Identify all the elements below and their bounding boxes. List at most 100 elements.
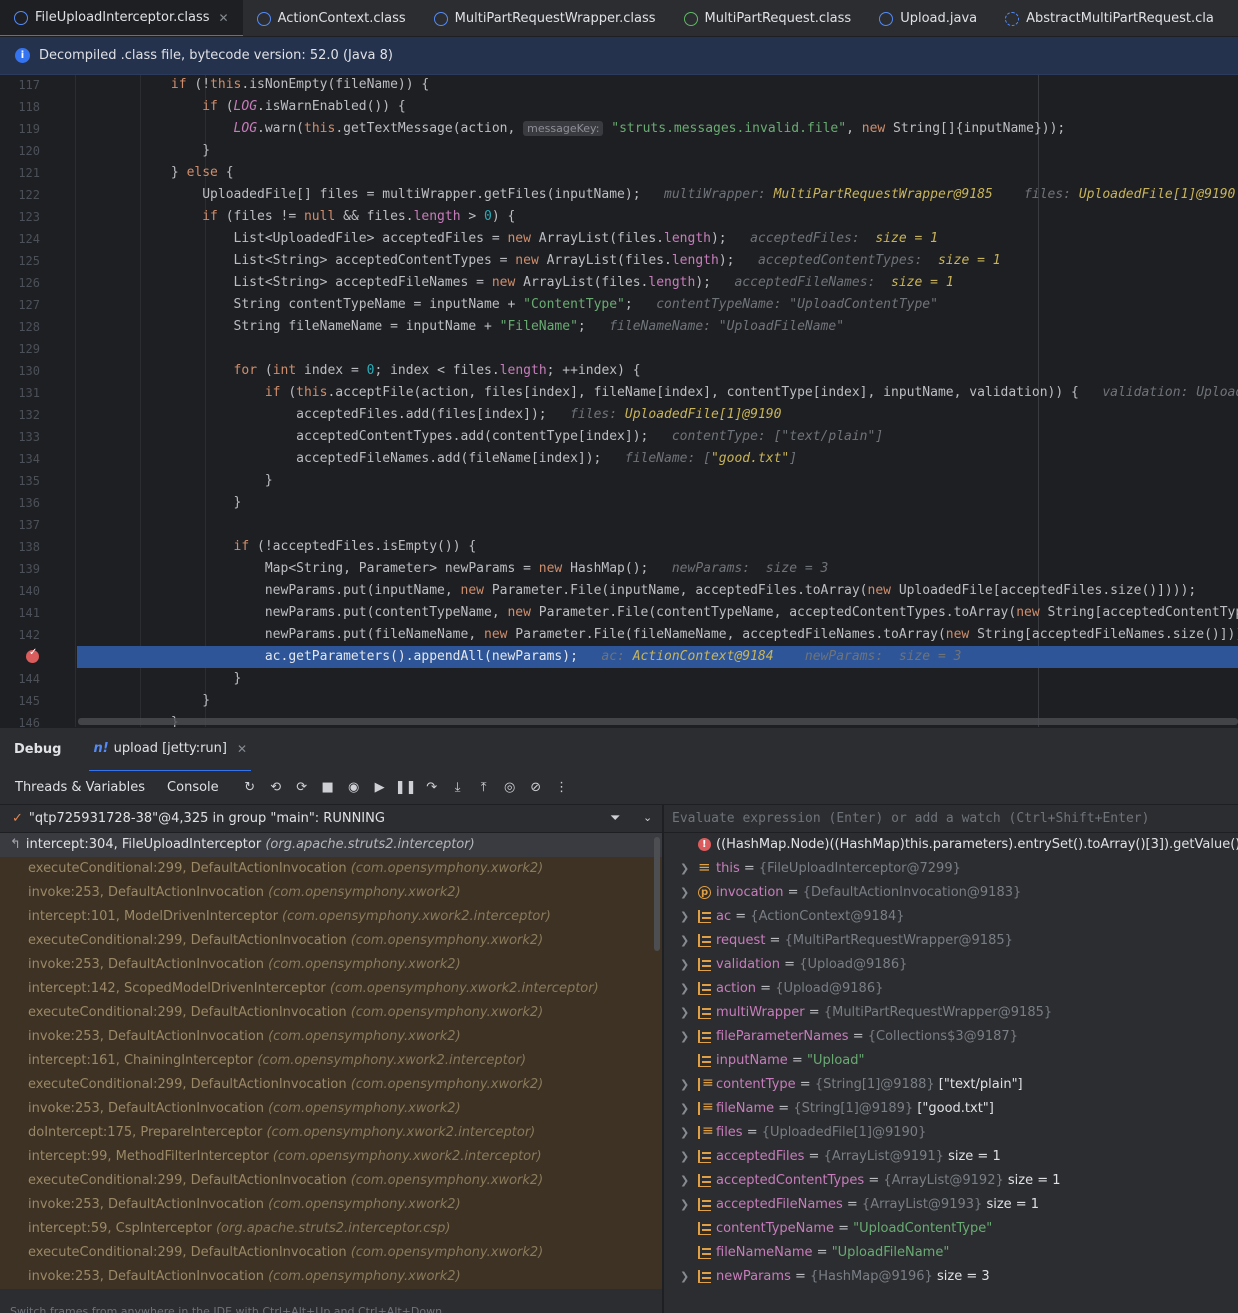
line-number[interactable]: 118 [0,96,52,118]
line-number[interactable]: 144 [0,668,52,690]
reload-icon[interactable]: ⟳ [293,779,311,797]
chevron-right-icon[interactable]: ❯ [680,1073,689,1097]
breakpoint-icon[interactable] [26,647,39,663]
variable-row[interactable]: ❯ multiWrapper = {MultiPartRequestWrapper… [664,1001,1238,1025]
stack-frame[interactable]: doIntercept:175, PrepareInterceptor (com… [0,1121,662,1145]
thread-selector[interactable]: ✓ "qtp725931728-38"@4,325 in group "main… [0,805,662,833]
chevron-right-icon[interactable]: ❯ [680,881,689,905]
variable-row[interactable]: contentTypeName = "UploadContentType" [664,1217,1238,1241]
line-number[interactable]: 126 [0,272,52,294]
line-number[interactable]: 130 [0,360,52,382]
filter-icon[interactable]: ⏷ [610,811,620,826]
line-number[interactable]: 121 [0,162,52,184]
stack-frame[interactable]: intercept:99, MethodFilterInterceptor (c… [0,1145,662,1169]
chevron-right-icon[interactable]: ❯ [680,929,689,953]
chevron-right-icon[interactable]: ❯ [680,953,689,977]
chevron-right-icon[interactable]: ❯ [680,1265,689,1289]
stack-frame[interactable]: invoke:253, DefaultActionInvocation (com… [0,881,662,905]
variable-row[interactable]: ❯ action = {Upload@9186} [664,977,1238,1001]
restart-icon[interactable]: ⟲ [267,779,285,797]
editor-tab[interactable]: AbstractMultiPartRequest.cla [991,0,1228,36]
stack-frame[interactable]: invoke:253, DefaultActionInvocation (com… [0,1193,662,1217]
line-number[interactable]: 142 [0,624,52,646]
line-number[interactable]: 133 [0,426,52,448]
editor-tab[interactable]: Upload.java [865,0,991,36]
line-number[interactable]: 138 [0,536,52,558]
line-number[interactable]: 119 [0,118,52,140]
tab-threads-variables[interactable]: Threads & Variables [15,780,145,795]
line-number[interactable]: 131 [0,382,52,404]
variable-row[interactable]: ❯ ac = {ActionContext@9184} [664,905,1238,929]
line-number[interactable]: 136 [0,492,52,514]
line-number[interactable]: 132 [0,404,52,426]
mute-breakpoints-icon[interactable]: ⊘ [527,779,545,797]
pause-icon[interactable]: ❚❚ [395,779,417,797]
line-number[interactable]: 129 [0,338,52,360]
variable-row[interactable]: ❯ files = {UploadedFile[1]@9190} [664,1121,1238,1145]
chevron-right-icon[interactable]: ❯ [680,977,689,1001]
chevron-right-icon[interactable]: ❯ [680,1169,689,1193]
stack-frame[interactable]: executeConditional:299, DefaultActionInv… [0,1169,662,1193]
line-number[interactable]: 134 [0,448,52,470]
line-number[interactable]: 124 [0,228,52,250]
line-number[interactable]: 125 [0,250,52,272]
stack-frame[interactable]: executeConditional:299, DefaultActionInv… [0,1001,662,1025]
line-number[interactable]: 117 [0,75,52,96]
frames-scrollbar[interactable] [654,837,660,951]
view-icon[interactable]: ◉ [345,779,363,797]
view-breakpoints-icon[interactable]: ◎ [501,779,519,797]
stack-frame[interactable]: invoke:253, DefaultActionInvocation (com… [0,1265,662,1289]
stack-frame[interactable]: executeConditional:299, DefaultActionInv… [0,857,662,881]
horizontal-scrollbar[interactable] [78,718,1238,725]
variable-row[interactable]: ❯ validation = {Upload@9186} [664,953,1238,977]
chevron-right-icon[interactable]: ❯ [680,1121,689,1145]
variable-row[interactable]: fileNameName = "UploadFileName" [664,1241,1238,1265]
tab-console[interactable]: Console [167,780,219,795]
stack-frame[interactable]: intercept:101, ModelDrivenInterceptor (c… [0,905,662,929]
stack-frame[interactable]: invoke:253, DefaultActionInvocation (com… [0,1097,662,1121]
step-into-icon[interactable]: ⤓ [449,779,467,797]
line-number[interactable]: 139 [0,558,52,580]
stack-frame[interactable]: intercept:59, CspInterceptor (org.apache… [0,1217,662,1241]
rerun-icon[interactable]: ↻ [241,779,259,797]
close-icon[interactable]: ✕ [237,742,247,756]
stack-frame[interactable]: invoke:253, DefaultActionInvocation (com… [0,953,662,977]
variable-row[interactable]: ❯ invocation = {DefaultActionInvocation@9… [664,881,1238,905]
line-number[interactable]: 123 [0,206,52,228]
stack-frame[interactable]: executeConditional:299, DefaultActionInv… [0,1241,662,1265]
chevron-right-icon[interactable]: ❯ [680,1145,689,1169]
chevron-right-icon[interactable]: ❯ [680,905,689,929]
editor-tab[interactable]: MultiPartRequestWrapper.class [420,0,670,36]
stack-frame[interactable]: invoke:253, DefaultActionInvocation (com… [0,1025,662,1049]
debug-session-tab[interactable]: n! upload [jetty:run] ✕ [89,728,252,772]
variable-row[interactable]: ❯ acceptedFiles = {ArrayList@9191} size =… [664,1145,1238,1169]
stack-frame[interactable]: executeConditional:299, DefaultActionInv… [0,1073,662,1097]
line-number[interactable]: 122 [0,184,52,206]
variable-row[interactable]: ❯ acceptedFileNames = {ArrayList@9193} si… [664,1193,1238,1217]
variable-row[interactable]: ❯ acceptedContentTypes = {ArrayList@9192}… [664,1169,1238,1193]
variable-row[interactable]: ((HashMap.Node)((HashMap)this.parameters… [664,833,1238,857]
line-number[interactable]: 145 [0,690,52,712]
variable-row[interactable]: ❯ request = {MultiPartRequestWrapper@9185… [664,929,1238,953]
stack-frame[interactable]: intercept:161, ChainingInterceptor (com.… [0,1049,662,1073]
close-icon[interactable]: ✕ [219,11,229,25]
line-number[interactable]: 146 [0,712,52,727]
variable-row[interactable]: ❯ fileParameterNames = {Collections$3@918… [664,1025,1238,1049]
variable-row[interactable]: ❯ contentType = {String[1]@9188} ["text/p… [664,1073,1238,1097]
variable-row[interactable]: ❯ this = {FileUploadInterceptor@7299} [664,857,1238,881]
chevron-down-icon[interactable]: ⌄ [643,811,652,824]
line-number[interactable]: 127 [0,294,52,316]
chevron-right-icon[interactable]: ❯ [680,857,689,881]
line-number[interactable]: 137 [0,514,52,536]
variable-row[interactable]: ❯ fileName = {String[1]@9189} ["good.txt"… [664,1097,1238,1121]
chevron-right-icon[interactable]: ❯ [680,1097,689,1121]
line-number[interactable]: 120 [0,140,52,162]
editor-tab[interactable]: FileUploadInterceptor.class ✕ [0,0,243,36]
chevron-right-icon[interactable]: ❯ [680,1001,689,1025]
step-over-icon[interactable]: ↷ [423,779,441,797]
resume-icon[interactable]: ▶ [371,779,389,797]
stack-frame[interactable]: executeConditional:299, DefaultActionInv… [0,929,662,953]
chevron-right-icon[interactable]: ❯ [680,1193,689,1217]
stop-icon[interactable]: ■ [319,779,337,797]
editor-tab[interactable]: ActionContext.class [243,0,420,36]
